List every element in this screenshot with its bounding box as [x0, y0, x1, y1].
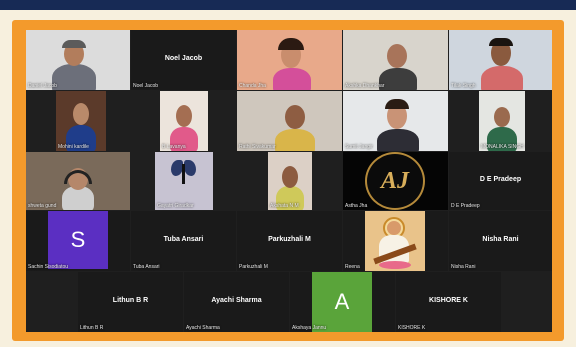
participant-display-name: Nisha Rani — [482, 236, 519, 244]
participant-tile[interactable]: Ayachi Sharma Ayachi Sharma — [184, 272, 289, 332]
participant-name: Noel Jacob — [133, 83, 159, 89]
participant-tile[interactable]: Lithun B R Lithun B R — [78, 272, 183, 332]
participant-name: Sumit Jangir — [345, 144, 373, 150]
butterfly-icon — [171, 160, 197, 190]
participant-name: Ayachi Sharma — [186, 325, 220, 331]
participant-video — [26, 30, 130, 90]
participant-name: Lithun B R — [80, 325, 104, 331]
participant-tile[interactable]: D E Pradeep D E Pradeep — [449, 152, 552, 210]
participant-video — [26, 152, 130, 210]
participant-tile[interactable]: Mohini kardile — [56, 91, 106, 151]
participant-name: Reena — [345, 264, 360, 270]
participant-name: Tuba Ansari — [133, 264, 160, 270]
aj-logo: AJ — [365, 152, 425, 210]
participant-video — [479, 91, 525, 151]
participant-tile[interactable]: Parkuzhali M Parkuzhali M — [237, 211, 342, 271]
participant-tile[interactable]: Akshka Dhankhar — [343, 30, 448, 90]
participant-name: Akshaya Jannu — [292, 325, 327, 331]
participant-tile[interactable]: A Akshaya Jannu — [290, 272, 395, 332]
participant-tile[interactable]: S Sachin Sisodiatou — [26, 211, 130, 271]
participant-tile[interactable]: AJ Astha Jha — [343, 152, 448, 210]
participant-name: Gayatri Giradkar — [157, 203, 194, 209]
participant-tile[interactable]: Noel Jacob Noel Jacob — [131, 30, 236, 90]
participant-name: shweta gund — [28, 203, 57, 209]
participant-display-name: Lithun B R — [112, 297, 149, 305]
participant-display-name: Ayachi Sharma — [211, 297, 262, 305]
participant-video — [268, 152, 312, 210]
participant-display-name: D E Pradeep — [479, 176, 522, 184]
participant-name: Tilak Singh — [451, 83, 476, 89]
participant-display-name: KISHORE K — [429, 297, 468, 305]
participant-tile[interactable]: Gayatri Giradkar — [155, 152, 213, 210]
participant-name: Parkuzhali M — [239, 264, 268, 270]
participant-name: Nisha Rani — [451, 264, 476, 270]
participant-video — [237, 91, 342, 151]
participant-name: Chanda Jha — [239, 83, 266, 89]
participant-display-name: Noel Jacob — [164, 55, 203, 63]
saraswati-image — [365, 211, 425, 271]
participant-name: Rathi Sivakumar — [239, 144, 276, 150]
participant-name: MONALIKA SINGH — [481, 144, 524, 150]
participant-video — [237, 30, 342, 90]
participant-name: Akshata N M — [270, 203, 299, 209]
participant-tile[interactable]: KISHORE K KISHORE K — [396, 272, 501, 332]
participant-display-name: Parkuzhali M — [268, 236, 311, 244]
avatar: S — [48, 211, 108, 269]
participant-name: Daniel Jacob — [28, 83, 57, 89]
participant-tile[interactable]: Rathi Sivakumar — [237, 91, 342, 151]
participant-tile[interactable]: Tilak Singh — [449, 30, 552, 90]
participant-tile[interactable]: Daniel Jacob — [26, 30, 130, 90]
participant-tile[interactable]: B Lavanya — [160, 91, 208, 151]
participant-video — [343, 91, 448, 151]
participant-name: B Lavanya — [162, 144, 186, 150]
participant-name: Akshka Dhankhar — [345, 83, 385, 89]
participant-name: Mohini kardile — [58, 144, 89, 150]
participant-tile[interactable]: Tuba Ansari Tuba Ansari — [131, 211, 236, 271]
video-grid: Daniel Jacob Noel Jacob Noel Jacob Chand… — [26, 30, 552, 332]
participant-tile[interactable]: shweta gund — [26, 152, 130, 210]
participant-video — [160, 91, 208, 151]
participant-tile[interactable]: Akshata N M — [268, 152, 312, 210]
participant-tile[interactable]: Nisha Rani Nisha Rani — [449, 211, 552, 271]
participant-tile[interactable]: Reena — [343, 211, 448, 271]
participant-tile[interactable]: Chanda Jha — [237, 30, 342, 90]
participant-tile[interactable]: Sumit Jangir — [343, 91, 448, 151]
avatar: A — [312, 272, 372, 332]
participant-video — [343, 30, 448, 90]
participant-video — [449, 30, 552, 90]
participant-name: Astha Jha — [345, 203, 368, 209]
participant-name: D E Pradeep — [451, 203, 480, 209]
participant-name: Sachin Sisodiatou — [28, 264, 69, 270]
participant-display-name: Tuba Ansari — [163, 236, 204, 244]
participant-name: KISHORE K — [398, 325, 426, 331]
participant-video — [56, 91, 106, 151]
top-banner — [0, 0, 576, 10]
participant-tile[interactable]: MONALIKA SINGH — [479, 91, 525, 151]
